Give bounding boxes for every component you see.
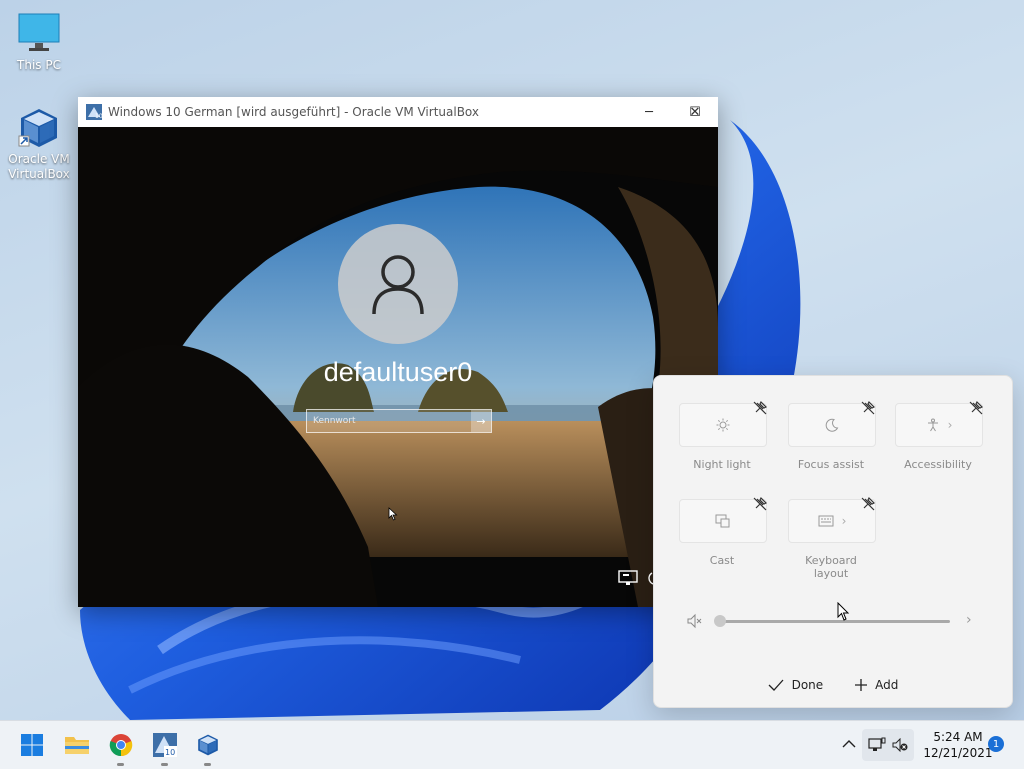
add-button[interactable]: Add [855, 678, 898, 692]
tile-label: Keyboard layout [805, 554, 857, 580]
arrow-right-icon: → [476, 414, 486, 428]
accessibility-icon [927, 418, 938, 432]
volume-muted-icon[interactable] [686, 613, 702, 629]
desktop-icon-label-line1: Oracle VM [8, 152, 70, 166]
cast-icon [715, 514, 730, 528]
unpin-icon[interactable] [753, 497, 767, 511]
clock-time: 5:24 AM [933, 730, 983, 744]
close-button[interactable]: ✕ [672, 97, 718, 127]
quick-settings-panel: Night light Focus assist › Accessibility [653, 375, 1013, 708]
keyboard-icon [818, 515, 834, 527]
volume-slider[interactable] [720, 620, 950, 623]
chevron-right-icon: › [841, 514, 847, 528]
tile-label: Accessibility [904, 458, 972, 471]
svg-text:10: 10 [95, 113, 102, 120]
window-titlebar[interactable]: 10 Windows 10 German [wird ausgeführt] -… [78, 97, 718, 127]
volume-muted-icon [892, 738, 908, 752]
tile-label: Cast [709, 554, 735, 567]
chevron-right-icon: › [947, 418, 953, 432]
vm-screen[interactable]: defaultuser0 → [78, 127, 718, 607]
volume-slider-thumb[interactable] [714, 615, 726, 627]
done-label: Done [791, 678, 824, 692]
unpin-icon[interactable] [753, 401, 767, 415]
desktop-icon-label: This PC [17, 58, 61, 72]
person-icon [372, 255, 424, 315]
unpin-icon[interactable] [969, 401, 983, 415]
moon-icon [825, 418, 839, 432]
windows-logo-icon [21, 734, 43, 756]
add-label: Add [875, 678, 899, 692]
submit-arrow-button[interactable]: → [471, 410, 491, 432]
close-icon: ✕ [689, 104, 701, 120]
plus-icon [855, 679, 868, 691]
tile-keyboard-layout[interactable]: › Keyboard layout [788, 499, 876, 580]
tile-label: Focus assist [797, 458, 865, 471]
desktop-icon-this-pc[interactable]: This PC [3, 12, 75, 73]
mouse-pointer-icon [388, 507, 398, 521]
taskbar: 10 5:24 AM 12/21/2021 1 [0, 720, 1024, 769]
taskbar-chrome[interactable] [105, 729, 137, 766]
chrome-icon [109, 734, 133, 757]
virtualbox-icon [17, 106, 61, 150]
unpin-icon[interactable] [861, 497, 875, 511]
user-avatar [338, 224, 458, 344]
tile-label: Night light [693, 458, 751, 471]
password-input[interactable] [307, 410, 471, 432]
chevron-up-icon[interactable] [842, 739, 856, 749]
virtualbox-icon [198, 734, 218, 756]
tray-quick-settings-button[interactable] [862, 729, 914, 761]
sun-icon [716, 418, 730, 432]
quick-settings-footer: Done Add [654, 670, 1012, 700]
notification-badge[interactable]: 1 [988, 736, 1004, 752]
volume-row: › [686, 612, 978, 630]
minimize-icon: ─ [645, 104, 653, 120]
minimize-button[interactable]: ─ [626, 97, 672, 127]
lock-screen-username: defaultuser0 [323, 357, 473, 387]
virtualbox-app-icon: 10 [86, 104, 102, 120]
clock-date: 12/21/2021 [923, 746, 993, 760]
start-button[interactable] [16, 729, 48, 761]
mouse-pointer-icon [837, 602, 850, 621]
taskbar-file-explorer[interactable] [61, 729, 93, 761]
desktop-icon-label-line2: VirtualBox [8, 167, 70, 181]
clock[interactable]: 5:24 AM 12/21/2021 [918, 729, 998, 761]
unpin-icon[interactable] [861, 401, 875, 415]
desktop-icon-virtualbox[interactable]: Oracle VM VirtualBox [3, 106, 75, 182]
folder-icon [65, 737, 89, 754]
taskbar-virtualbox[interactable] [192, 729, 224, 766]
running-indicator [161, 763, 168, 766]
password-box[interactable]: → [306, 409, 492, 433]
window-title: Windows 10 German [wird ausgeführt] - Or… [108, 105, 479, 119]
done-button[interactable]: Done [768, 678, 824, 692]
chevron-right-icon[interactable]: › [966, 612, 972, 628]
checkmark-icon [768, 679, 784, 691]
virtualbox-vm-window[interactable]: 10 Windows 10 German [wird ausgeführt] -… [78, 97, 718, 607]
svg-text:10: 10 [165, 748, 175, 757]
monitor-icon [17, 12, 61, 56]
network-icon [868, 737, 886, 751]
running-indicator [204, 763, 211, 766]
network-icon[interactable] [618, 570, 640, 586]
taskbar-windows-10-vm[interactable]: 10 [149, 729, 181, 766]
vm-windows-10-icon: 10 [153, 733, 177, 757]
running-indicator [117, 763, 124, 766]
